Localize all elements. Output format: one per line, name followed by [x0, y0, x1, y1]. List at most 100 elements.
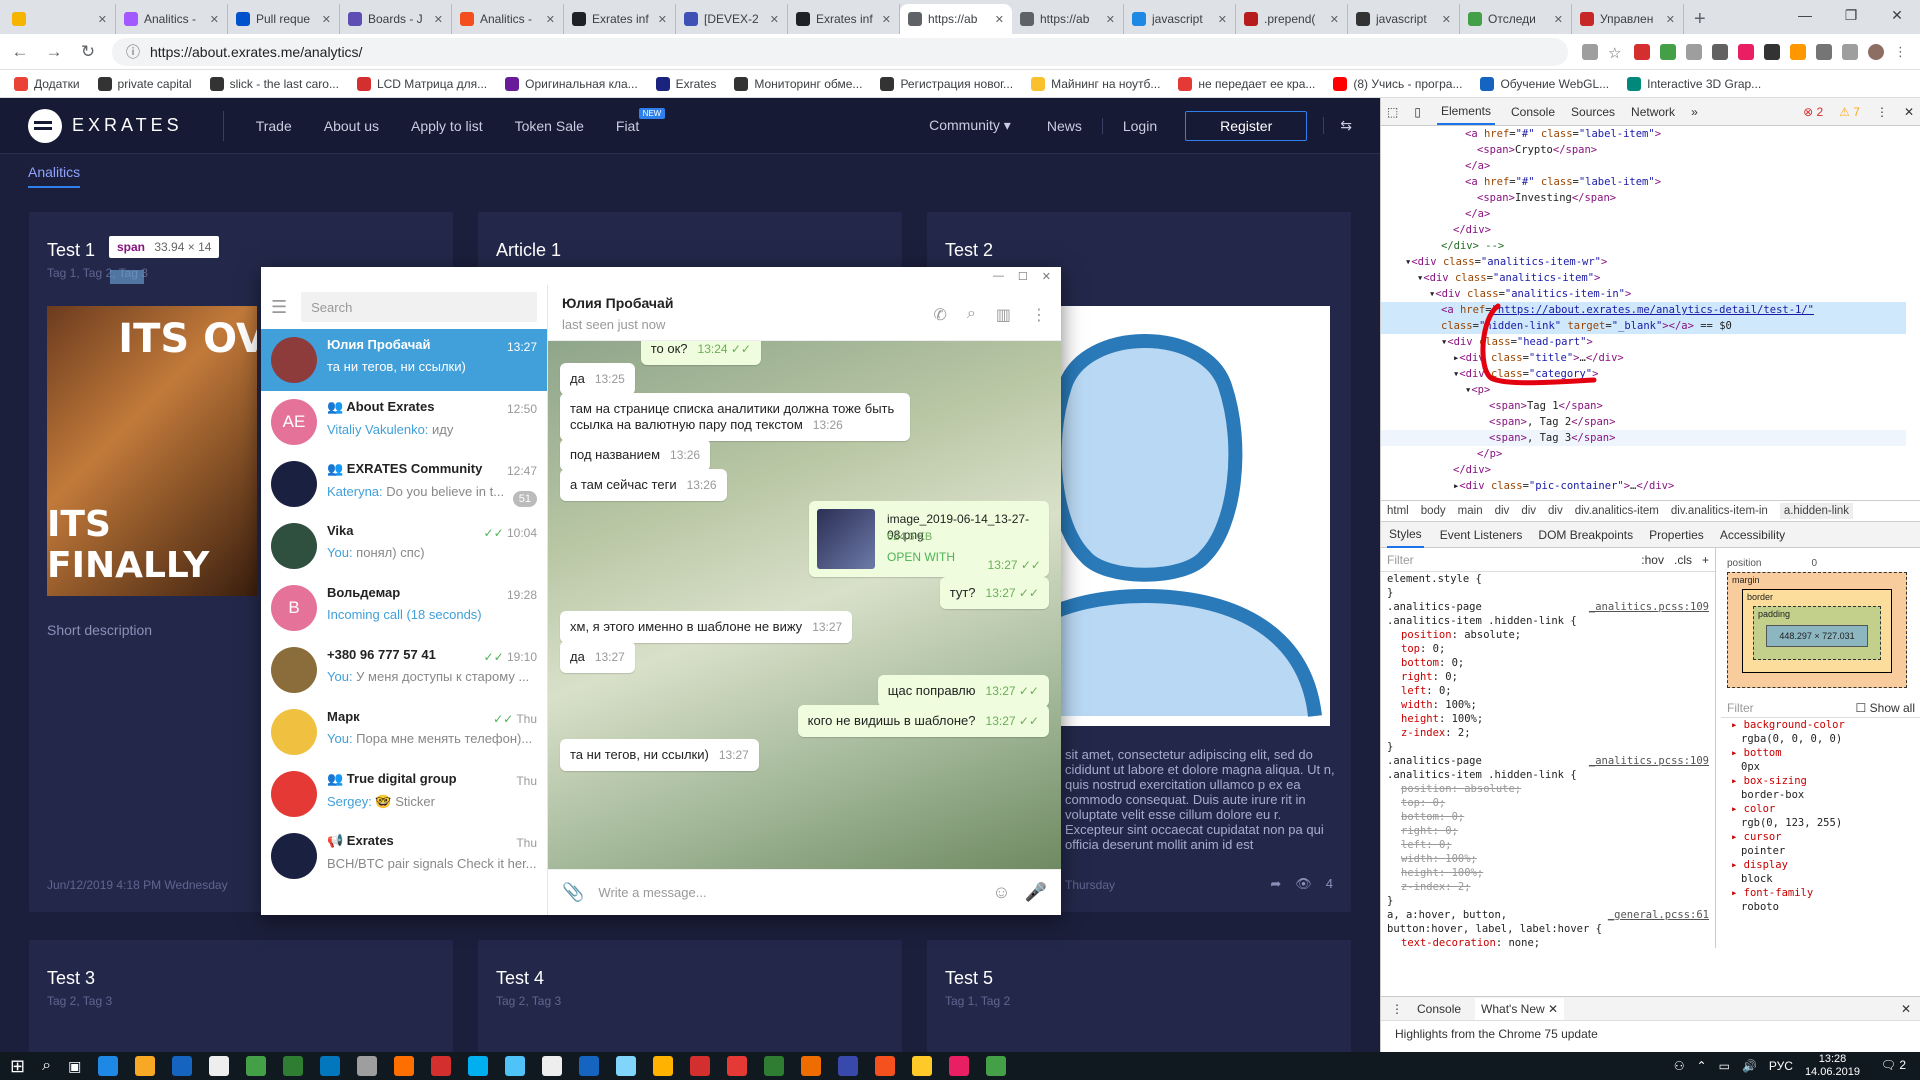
dom-node-line[interactable]: <span>, Tag 2</span> — [1381, 414, 1906, 430]
open-with-link[interactable]: OPEN WITH — [887, 549, 955, 565]
browser-tab[interactable]: Exrates inf ✕ — [564, 4, 676, 34]
extension-icon[interactable] — [1842, 43, 1858, 60]
taskbar-app-icon[interactable] — [246, 1056, 267, 1076]
close-tab-icon[interactable]: ✕ — [770, 13, 779, 26]
tab-elements[interactable]: Elements — [1436, 98, 1495, 125]
breadcrumb-item[interactable]: body — [1421, 505, 1446, 517]
style-property[interactable]: height: 100%; — [1381, 866, 1715, 880]
hamburger-icon[interactable]: ☰ — [271, 297, 287, 318]
nav-community[interactable]: Community ▾ — [929, 117, 1011, 134]
avatar[interactable] — [1868, 43, 1884, 60]
breadcrumb-item[interactable]: html — [1387, 505, 1409, 517]
browser-tab[interactable]: Отследи ✕ — [1460, 4, 1572, 34]
dom-node-line[interactable]: <span>, Tag 3</span> — [1381, 430, 1906, 446]
microphone-icon[interactable]: 🎤 — [1025, 882, 1047, 903]
chat-list-item[interactable]: 👥 True digital group Sergey: 🤓 Sticker Thu — [261, 763, 547, 825]
forward-icon[interactable]: → — [44, 42, 64, 62]
taskbar-app-icon[interactable] — [616, 1056, 637, 1076]
dom-node-line[interactable]: <span>Investing</span> — [1381, 190, 1906, 206]
hov-button[interactable]: :hov — [1641, 553, 1664, 567]
inspect-icon[interactable]: ⬚ — [1387, 105, 1398, 119]
dom-node-line[interactable]: ▾<div class="category"> — [1381, 366, 1906, 382]
bookmark-item[interactable]: не передает ее кра... — [1178, 76, 1315, 91]
close-tab-icon[interactable]: ✕ — [546, 13, 555, 26]
search-input[interactable]: Search — [301, 292, 537, 322]
taskbar-app-icon[interactable] — [505, 1056, 526, 1076]
computed-property-name[interactable]: ▸ color — [1721, 802, 1920, 816]
style-property[interactable]: top: 0; — [1381, 642, 1715, 656]
dom-node-line[interactable]: ▸<div class="pic-container">…</div> — [1381, 478, 1906, 494]
analytics-card[interactable]: Test 3 Tag 2, Tag 3 — [29, 940, 453, 1052]
close-tab-icon[interactable]: ✕ — [1442, 13, 1451, 26]
computed-property-name[interactable]: ▸ display — [1721, 858, 1920, 872]
tab-accessibility[interactable]: Accessibility — [1720, 528, 1785, 542]
tab-event-listeners[interactable]: Event Listeners — [1440, 528, 1523, 542]
bookmark-item[interactable]: Мониторинг обме... — [734, 76, 862, 91]
attach-icon[interactable]: 📎 — [562, 882, 584, 903]
browser-tab[interactable]: Управлен ✕ — [1572, 4, 1684, 34]
taskbar-app-icon[interactable] — [579, 1056, 600, 1076]
style-property[interactable]: position: absolute; — [1381, 628, 1715, 642]
style-property[interactable]: width: 100%; — [1381, 852, 1715, 866]
style-property[interactable]: left: 0; — [1381, 684, 1715, 698]
extension-icon[interactable] — [1686, 43, 1702, 60]
reload-icon[interactable]: ↻ — [78, 42, 98, 62]
tab-styles[interactable]: Styles — [1387, 522, 1424, 548]
rule-source-link[interactable]: _analitics.pcss:109 — [1589, 754, 1709, 768]
taskbar-app-icon[interactable] — [98, 1056, 119, 1076]
network-icon[interactable]: ▭ — [1719, 1059, 1730, 1073]
chat-list-item[interactable]: Марк You: Пора мне менять телефон)... ✓✓ T… — [261, 701, 547, 763]
back-icon[interactable]: ← — [10, 42, 30, 62]
chat-list-item[interactable]: 📢 Exrates BCH/BTC pair signals Check it h… — [261, 825, 547, 887]
cls-button[interactable]: .cls — [1674, 553, 1692, 567]
browser-tab[interactable]: javascript ✕ — [1348, 4, 1460, 34]
close-tab-icon[interactable]: ✕ — [434, 13, 443, 26]
close-tab-icon[interactable]: ✕ — [1330, 13, 1339, 26]
breadcrumb-item[interactable]: div — [1521, 505, 1536, 517]
extension-icon[interactable] — [1764, 43, 1780, 60]
taskbar-app-icon[interactable] — [320, 1056, 341, 1076]
close-tab-icon[interactable]: ✕ — [210, 13, 219, 26]
site-logo[interactable]: EXRATES — [28, 108, 224, 143]
taskbar-app-icon[interactable] — [912, 1056, 933, 1076]
analytics-card[interactable]: Test 4 Tag 2, Tag 3 — [478, 940, 902, 1052]
notifications-icon[interactable]: 🗨 2 — [1881, 1058, 1906, 1072]
computed-property-name[interactable]: ▸ bottom — [1721, 746, 1920, 760]
extension-icon[interactable] — [1816, 43, 1832, 60]
dom-node-line[interactable]: class="hidden-link" target="_blank"></a>… — [1381, 318, 1906, 334]
error-count[interactable]: ⊗ 2 — [1803, 105, 1823, 119]
style-property[interactable]: text-decoration: none; — [1381, 936, 1715, 948]
nav-trade[interactable]: Trade — [256, 118, 292, 134]
maximize-icon[interactable]: ☐ — [1018, 270, 1028, 283]
browser-tab[interactable]: Boards - J ✕ — [340, 4, 452, 34]
bookmark-item[interactable]: Додатки — [14, 76, 80, 91]
taskbar-app-icon[interactable] — [986, 1056, 1007, 1076]
bookmark-item[interactable]: LCD Матрица для... — [356, 76, 487, 91]
browser-tab[interactable]: Analitics - ✕ — [116, 4, 228, 34]
style-property[interactable]: height: 100%; — [1381, 712, 1715, 726]
bookmark-item[interactable]: Регистрация новог... — [880, 76, 1013, 91]
breadcrumb-item[interactable]: main — [1458, 505, 1483, 517]
start-icon[interactable]: ⊞ — [10, 1056, 25, 1077]
taskbar-app-icon[interactable] — [468, 1056, 489, 1076]
minimize-icon[interactable]: — — [993, 270, 1004, 282]
dom-node-line[interactable]: </div> --> — [1381, 238, 1906, 254]
close-tab-icon[interactable]: ✕ — [322, 13, 331, 26]
info-icon[interactable]: ⓘ — [126, 42, 140, 62]
phone-icon[interactable]: ✆ — [934, 305, 947, 325]
taskbar-app-icon[interactable] — [283, 1056, 304, 1076]
chat-list-item[interactable]: Vika You: понял) спс) ✓✓ 10:04 — [261, 515, 547, 577]
volume-icon[interactable]: 🔊 — [1742, 1059, 1757, 1073]
style-property[interactable]: bottom: 0; — [1381, 656, 1715, 670]
search-icon[interactable]: ⌕ — [967, 305, 976, 325]
minimize-icon[interactable]: — — [1782, 0, 1828, 30]
add-rule-icon[interactable]: + — [1702, 553, 1709, 567]
close-tab-icon[interactable]: ✕ — [995, 13, 1004, 26]
close-tab-icon[interactable]: ✕ — [1106, 13, 1115, 26]
tab-dom-breakpoints[interactable]: DOM Breakpoints — [1538, 528, 1633, 542]
tab-sources[interactable]: Sources — [1571, 105, 1615, 119]
device-toolbar-icon[interactable]: ▯ — [1414, 105, 1421, 119]
drawer-tab-whats-new[interactable]: What's New ✕ — [1475, 997, 1565, 1020]
dom-node-line[interactable]: </a> — [1381, 206, 1906, 222]
taskbar-app-icon[interactable] — [431, 1056, 452, 1076]
